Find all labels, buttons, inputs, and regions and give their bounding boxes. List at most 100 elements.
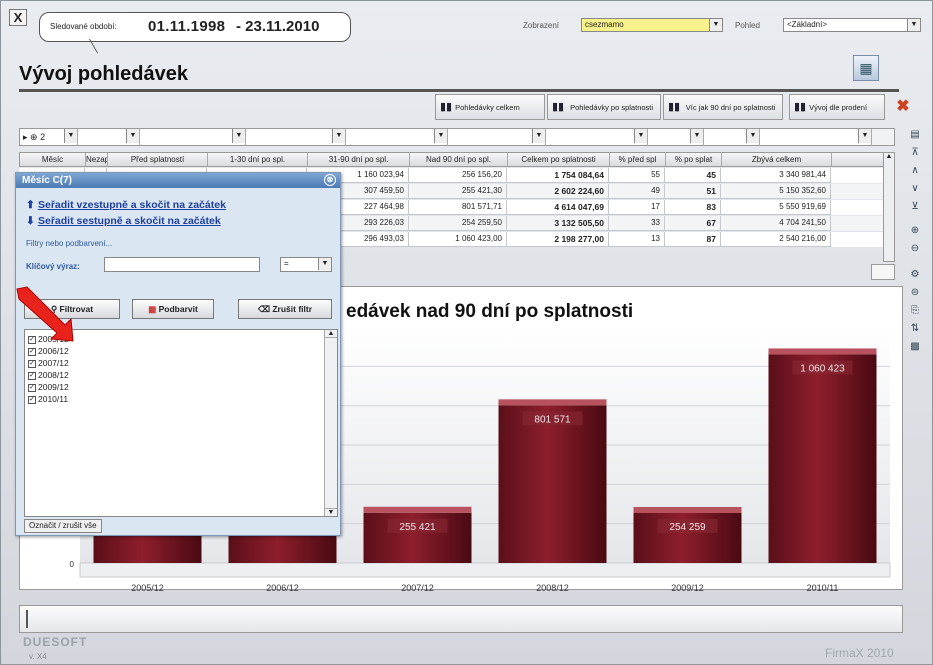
column-filter[interactable]: ▼	[448, 129, 546, 145]
column-header[interactable]: Nad 90 dní po spl.	[410, 153, 508, 166]
remove-chart-icon[interactable]: ✖	[893, 96, 913, 116]
list-item[interactable]: ✓ 2007/12	[28, 358, 69, 368]
column-header[interactable]: Měsíc	[20, 153, 86, 166]
column-filter[interactable]: ▼	[78, 129, 140, 145]
next-page-icon[interactable]: ∨	[905, 181, 925, 197]
last-page-icon[interactable]: ⊻	[905, 199, 925, 215]
filter-icon[interactable]: ⊜	[905, 285, 925, 301]
settings-icon[interactable]: ⚙	[905, 267, 925, 283]
first-page-icon[interactable]: ⊼	[905, 145, 925, 161]
column-filter[interactable]: ▼	[346, 129, 448, 145]
chevron-down-icon[interactable]: ▼	[907, 19, 920, 31]
previous-page-icon[interactable]: ∧	[905, 163, 925, 179]
column-header[interactable]: Nezapla	[86, 153, 108, 166]
column-header[interactable]: Před splatností	[108, 153, 208, 166]
popup-header: Měsíc C(7) ⊗	[16, 173, 340, 188]
scroll-up-icon[interactable]: ▲	[325, 330, 337, 338]
over-90-days-button[interactable]: ▮▮ Víc jak 90 dní po splatnosti	[663, 94, 783, 120]
horizontal-scrollbar[interactable]	[871, 264, 895, 280]
table-cell: 801 571,71	[409, 200, 507, 215]
chevron-down-icon[interactable]: ▼	[232, 129, 245, 143]
data-label: 801 571	[534, 414, 571, 425]
app-window: X Sledované období: 01.11.1998 - 23.11.2…	[0, 0, 933, 665]
display-select[interactable]: csezmamo ▼	[581, 18, 723, 32]
column-filter[interactable]: ▼	[648, 129, 704, 145]
chart-settings-icon[interactable]: ▦	[853, 55, 879, 81]
export-icon[interactable]: ⎘	[905, 303, 925, 319]
column-header[interactable]: Celkem po splatnosti	[508, 153, 610, 166]
chevron-down-icon[interactable]: ▼	[126, 129, 139, 143]
display-value: csezmamo	[585, 20, 624, 29]
chevron-down-icon[interactable]: ▼	[332, 129, 345, 143]
mark-all-button[interactable]: Označit / zrušit vše	[24, 519, 102, 533]
cancel-filter-button[interactable]: ⌫ Zrušit filtr	[238, 299, 332, 319]
chevron-down-icon[interactable]: ▼	[690, 129, 703, 143]
column-header[interactable]: Zbývá celkem	[722, 153, 832, 166]
bar	[768, 354, 877, 563]
checkbox[interactable]: ✓	[28, 383, 36, 392]
list-item[interactable]: ✓ 2006/12	[28, 346, 69, 356]
list-scrollbar[interactable]: ▲ ▼	[324, 330, 337, 516]
chevron-down-icon[interactable]: ▼	[746, 129, 759, 143]
table-cell: 49	[609, 184, 665, 199]
column-filter[interactable]: ▼	[140, 129, 246, 145]
brand-label: FirmaX 2010	[825, 646, 894, 660]
trend-button[interactable]: ▮▮ Vývoj dle prodení	[789, 94, 885, 120]
scroll-down-icon[interactable]: ▼	[325, 508, 337, 516]
side-toolbar: ▤ ⊼ ∧ ∨ ⊻ ⊕ ⊖ ⚙ ⊜ ⎘ ⇅ ▩	[905, 127, 925, 357]
zoom-in-icon[interactable]: ⊕	[905, 223, 925, 239]
column-filter[interactable]: ▼	[704, 129, 760, 145]
table-cell: 256 156,20	[409, 168, 507, 183]
list-item[interactable]: ✓ 2010/11	[28, 394, 68, 404]
version-label: v. X4	[29, 652, 47, 661]
list-item-label: 2008/12	[38, 370, 69, 380]
list-item[interactable]: ✓ 2009/12	[28, 382, 69, 392]
chevron-down-icon[interactable]: ▼	[318, 258, 331, 270]
sort-descending-link[interactable]: ⬇ Seřadit sestupně a skočit na začátek	[26, 215, 221, 227]
checkbox[interactable]: ✓	[28, 371, 36, 380]
sort-icon[interactable]: ⇅	[905, 321, 925, 337]
keyword-label: Klíčový výraz:	[26, 262, 80, 271]
link-label: Seřadit vzestupně a skočit na začátek	[38, 199, 226, 211]
column-header[interactable]: 31-90 dní po spl.	[308, 153, 410, 166]
keyword-input[interactable]	[104, 257, 260, 272]
table-cell: 1 754 084,64	[507, 168, 609, 183]
close-button[interactable]: X	[9, 9, 27, 26]
column-filter[interactable]: ▼	[246, 129, 346, 145]
chevron-down-icon[interactable]: ▼	[634, 129, 647, 143]
column-filter[interactable]: ▼	[546, 129, 648, 145]
chevron-down-icon[interactable]: ▼	[858, 129, 871, 143]
list-item[interactable]: ✓ 2008/12	[28, 370, 69, 380]
popup-title: Měsíc C(7)	[22, 175, 73, 186]
table-scrollbar[interactable]: ▲	[883, 152, 895, 262]
zoom-out-icon[interactable]: ⊖	[905, 241, 925, 257]
close-icon[interactable]: ⊗	[324, 174, 336, 186]
column-header[interactable]: % před spl	[610, 153, 666, 166]
chevron-down-icon[interactable]: ▼	[64, 129, 77, 143]
checkbox[interactable]: ✓	[28, 347, 36, 356]
splitter-handle[interactable]	[26, 610, 28, 628]
overdue-button[interactable]: ▮▮ Pohledávky po splatnosti	[547, 94, 661, 120]
table-cell: 255 421,30	[409, 184, 507, 199]
filters-label: Filtry nebo podbarvení...	[26, 239, 113, 248]
operator-select[interactable]: = ▼	[280, 257, 332, 272]
checkbox[interactable]: ✓	[28, 395, 36, 404]
chart-icon[interactable]: ▤	[905, 127, 925, 143]
color-button[interactable]: ▦ Podbarvit	[132, 299, 214, 319]
column-filter[interactable]: ▼	[760, 129, 872, 145]
view-select[interactable]: <Základní> ▼	[783, 18, 921, 32]
chevron-down-icon[interactable]: ▼	[434, 129, 447, 143]
table-cell: 4 704 241,50	[721, 216, 831, 231]
checkbox[interactable]: ✓	[28, 359, 36, 368]
sort-ascending-link[interactable]: ⬆ Seřadit vzestupně a skočit na začátek	[26, 199, 226, 211]
palette-icon[interactable]: ▩	[905, 339, 925, 355]
column-header[interactable]: % po splat	[666, 153, 722, 166]
scroll-up-icon[interactable]: ▲	[884, 153, 894, 160]
list-item-label: 2006/12	[38, 346, 69, 356]
period-callout[interactable]: Sledované období: 01.11.1998 - 23.11.201…	[39, 12, 351, 42]
chevron-down-icon[interactable]: ▼	[709, 19, 722, 31]
chevron-down-icon[interactable]: ▼	[532, 129, 545, 143]
receivables-total-button[interactable]: ▮▮ Pohledávky celkem	[435, 94, 545, 120]
group-filter[interactable]: ▸ ⊕ 2 ▼	[20, 129, 78, 145]
column-header[interactable]: 1-30 dní po spl.	[208, 153, 308, 166]
